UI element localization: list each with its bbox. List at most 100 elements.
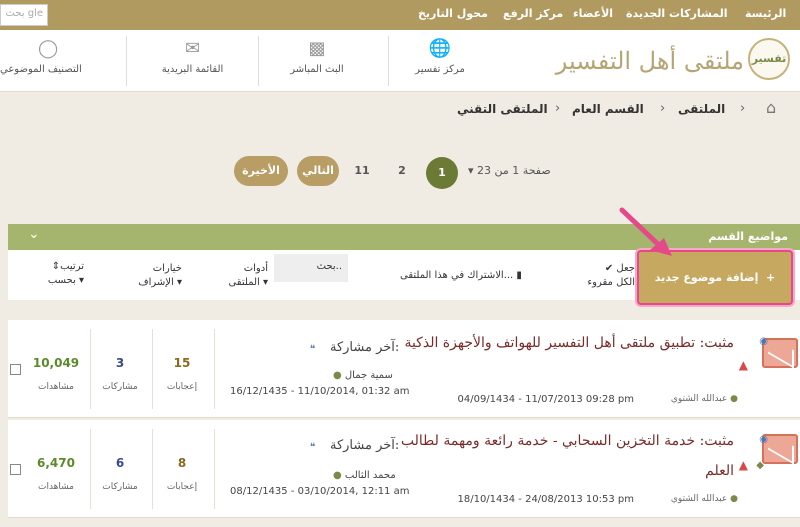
header-item-mailing-list[interactable]: ✉ القائمة البريدية: [140, 30, 245, 92]
pin-icon: ▲: [738, 458, 748, 472]
page-link-11[interactable]: 11: [350, 156, 374, 186]
thread-starter[interactable]: عبدالله الشتوي ●: [671, 394, 738, 404]
header-item-label: البث المباشر: [290, 64, 344, 75]
likes-count: 8: [177, 456, 187, 470]
nav-date-converter[interactable]: محول التاريخ: [418, 7, 488, 20]
site-logo[interactable]: ملتقى أهل التفسير: [554, 34, 744, 88]
posts-label: مشاركات: [102, 382, 138, 392]
tag-icon: ◯: [38, 38, 59, 59]
thread-title[interactable]: مثبت: تطبيق ملتقى أهل التفسير للهواتف وا…: [394, 328, 734, 358]
divider: [214, 429, 215, 509]
likes-count: 15: [173, 356, 191, 370]
thread-title[interactable]: مثبت: خدمة التخزين السحابي - خدمة رائعة …: [394, 426, 734, 486]
thread-row[interactable]: مثبت: خدمة التخزين السحابي - خدمة رائعة …: [8, 420, 800, 518]
search-input[interactable]: بحث gle: [0, 4, 48, 26]
last-page-button[interactable]: الأخيرة: [234, 156, 288, 186]
quote-icon: ❝: [310, 442, 316, 453]
pin-icon: ▲: [738, 358, 748, 372]
sort-icon: ⇕: [51, 261, 61, 272]
thread-start-date: 18/10/1434 - 24/08/2013 10:53 pm: [457, 494, 634, 505]
posts-count: 6: [115, 456, 125, 470]
breadcrumb-forum[interactable]: الملتقى: [678, 102, 725, 116]
section-header-bar: ⌄ مواضيع القسم: [8, 224, 800, 250]
subscribe-label: الاشتراك في هذا الملتقى...: [400, 270, 514, 281]
thread-starter[interactable]: عبدالله الشتوي ●: [671, 494, 738, 504]
thread-title-text: خدمة التخزين السحابي - خدمة رائعة ومهمة …: [400, 433, 734, 479]
likes-label: إعجابات: [166, 382, 198, 392]
monitor-icon: ▩: [308, 38, 326, 59]
breadcrumb-tech-forum[interactable]: الملتقى التقني: [457, 102, 548, 116]
views-label: مشاهدات: [37, 382, 75, 392]
user-icon: ●: [333, 370, 345, 381]
thread-title-text: تطبيق ملتقى أهل التفسير للهواتف والأجهزة…: [404, 335, 696, 351]
site-header: 🌐 مركز تفسير ▩ البث المباشر ✉ القائمة ال…: [0, 30, 800, 92]
starter-name: عبدالله الشتوي: [670, 494, 728, 504]
sticky-prefix: مثبت:: [699, 433, 734, 449]
home-icon[interactable]: ⌂: [766, 98, 776, 117]
last-user-name: محمد الثالب: [344, 470, 396, 481]
user-icon: ●: [730, 394, 738, 404]
breadcrumb: ⌂ › الملتقى › القسم العام › الملتقى التق…: [0, 92, 800, 126]
tag-icon: ◆: [756, 460, 764, 471]
likes-label: إعجابات: [166, 482, 198, 492]
nav-members[interactable]: الأعضاء: [573, 7, 613, 20]
nav-new-posts[interactable]: المشاركات الجديدة: [626, 7, 728, 20]
new-topic-label: إضافة موضوع جديد: [654, 271, 759, 284]
caret-down-icon: ▾: [468, 164, 478, 177]
info-icon: ◉: [759, 434, 768, 445]
user-icon: ●: [333, 470, 345, 481]
page-jump-dropdown[interactable]: ▾ صفحة 1 من 23: [468, 164, 551, 177]
thread-select-checkbox[interactable]: [10, 464, 21, 475]
page-info: صفحة 1 من 23: [477, 164, 551, 177]
header-item-label: مركز تفسير: [415, 64, 465, 75]
posts-count: 3: [115, 356, 125, 370]
divider: [214, 329, 215, 409]
divider: [258, 36, 259, 86]
views-count: 10,049: [32, 356, 80, 370]
globe-icon: 🌐: [428, 38, 452, 59]
header-item-label: القائمة البريدية: [161, 64, 224, 75]
chevron-right-icon: ›: [660, 101, 666, 116]
mail-icon: ✉: [184, 38, 201, 59]
quote-icon: ❝: [310, 344, 316, 355]
header-item-label: التصنيف الموضوعي: [0, 64, 82, 75]
top-nav-bar: بحث gle الرئيسة المشاركات الجديدة الأعضا…: [0, 0, 800, 30]
thread-select-checkbox[interactable]: [10, 364, 21, 375]
thread-start-date: 04/09/1434 - 11/07/2013 09:28 pm: [457, 394, 634, 405]
section-title: مواضيع القسم: [708, 230, 788, 243]
annotation-arrow: [619, 207, 672, 256]
info-icon: ◉: [759, 336, 768, 347]
sort-dropdown[interactable]: ⇕ترتيب بحسب ▾: [32, 260, 84, 288]
nav-upload-center[interactable]: مركز الرفع: [503, 7, 563, 20]
last-user-name: سمية جمال: [344, 370, 393, 381]
divider: [388, 36, 389, 86]
current-page: 1: [426, 157, 458, 189]
last-post-date: 16/12/1435 - 11/10/2014, 01:32 am: [230, 386, 410, 397]
bookmark-icon: ▮: [513, 270, 522, 281]
header-item-topic-classification[interactable]: ◯ التصنيف الموضوعي: [0, 30, 110, 92]
posts-label: مشاركات: [102, 482, 138, 492]
subscribe-button[interactable]: الاشتراك في هذا الملتقى... ▮: [400, 270, 522, 281]
forum-tools-dropdown[interactable]: أدوات الملتقى ▾: [214, 262, 268, 290]
last-post-label: آخر مشاركة:: [330, 438, 400, 453]
section-search-input[interactable]: بحث..: [274, 254, 348, 282]
page-link-2[interactable]: 2: [390, 156, 414, 186]
last-post-user[interactable]: ● محمد الثالب: [333, 470, 396, 481]
last-post-label: آخر مشاركة:: [330, 340, 400, 355]
moderation-dropdown[interactable]: خيارات الإشراف ▾: [126, 262, 182, 290]
logo-mark: تفسير: [748, 38, 790, 80]
header-item-tafsir-center[interactable]: 🌐 مركز تفسير: [400, 30, 480, 92]
thread-row[interactable]: مثبت: تطبيق ملتقى أهل التفسير للهواتف وا…: [8, 320, 800, 418]
divider: [126, 36, 127, 86]
views-label: مشاهدات: [37, 482, 75, 492]
chevron-right-icon: ›: [555, 101, 561, 116]
header-item-live[interactable]: ▩ البث المباشر: [272, 30, 362, 92]
last-post-user[interactable]: ● سمية جمال: [333, 370, 393, 381]
chevron-right-icon: ›: [740, 101, 746, 116]
nav-home[interactable]: الرئيسة: [745, 7, 786, 20]
last-post-date: 08/12/1435 - 03/10/2014, 12:11 am: [230, 486, 410, 497]
sticky-prefix: مثبت:: [699, 335, 734, 351]
next-page-button[interactable]: التالي: [297, 156, 339, 186]
breadcrumb-general-section[interactable]: القسم العام: [572, 102, 644, 116]
collapse-chevron-icon[interactable]: ⌄: [28, 226, 40, 242]
